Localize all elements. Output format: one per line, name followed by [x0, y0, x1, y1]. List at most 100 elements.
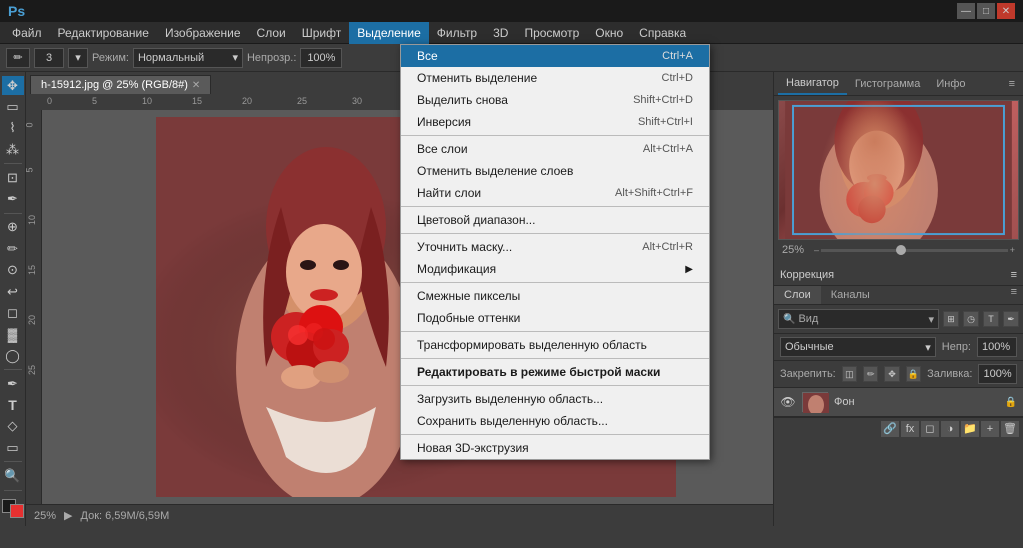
menu-filter[interactable]: Фильтр	[429, 22, 485, 44]
background-color[interactable]	[10, 504, 24, 518]
zoom-slider[interactable]	[821, 249, 1008, 252]
menu-item-load-selection[interactable]: Загрузить выделенную область...	[401, 388, 709, 410]
separator-6	[401, 358, 709, 359]
add-mask-btn[interactable]: ◻	[921, 421, 939, 437]
close-button[interactable]: ✕	[997, 3, 1015, 19]
link-layers-btn[interactable]: 🔗	[881, 421, 899, 437]
menu-file[interactable]: Файл	[4, 22, 50, 44]
move-tool[interactable]: ✥	[2, 76, 24, 95]
layer-filter-btn-2[interactable]: ◷	[963, 311, 979, 327]
menu-item-quick-mask[interactable]: Редактировать в режиме быстрой маски	[401, 361, 709, 383]
zoom-slider-thumb[interactable]	[896, 245, 906, 255]
menu-item-select-all[interactable]: Все Ctrl+A	[401, 45, 709, 67]
dodge-tool[interactable]: ◯	[2, 346, 24, 365]
menu-item-deselect[interactable]: Отменить выделение Ctrl+D	[401, 67, 709, 89]
menu-item-color-range[interactable]: Цветовой диапазон...	[401, 209, 709, 231]
panel-menu-icon[interactable]: ≡	[1005, 78, 1019, 90]
minimize-button[interactable]: —	[957, 3, 975, 19]
menu-item-refine-mask[interactable]: Уточнить маску... Alt+Ctrl+R	[401, 236, 709, 258]
select-menu-dropdown[interactable]: Все Ctrl+A Отменить выделение Ctrl+D Выд…	[400, 44, 710, 460]
menu-item-save-selection[interactable]: Сохранить выделенную область...	[401, 410, 709, 432]
correction-menu-icon[interactable]: ≡	[1011, 269, 1017, 281]
history-tool[interactable]: ↩	[2, 282, 24, 301]
gradient-tool[interactable]: ▓	[2, 325, 24, 344]
lock-all-btn[interactable]: 🔒	[906, 366, 921, 382]
menu-item-inverse[interactable]: Инверсия Shift+Ctrl+I	[401, 111, 709, 133]
layer-visibility-icon[interactable]: 👁	[780, 394, 796, 410]
menu-select[interactable]: Выделение	[349, 22, 429, 44]
blend-mode-arrow: ▾	[925, 341, 931, 354]
tab-close-icon[interactable]: ✕	[192, 80, 200, 91]
new-layer-btn[interactable]: +	[981, 421, 999, 437]
tab-info[interactable]: Инфо	[928, 73, 973, 95]
text-tool[interactable]: T	[2, 395, 24, 414]
menu-item-new-3d-extrusion[interactable]: Новая 3D-экструзия	[401, 437, 709, 459]
pen-tool[interactable]: ✒	[2, 374, 24, 393]
zoom-out-icon[interactable]: –	[814, 245, 819, 255]
layer-item-background[interactable]: 👁 Фон 🔒	[774, 388, 1023, 417]
layer-fx-btn[interactable]: fx	[901, 421, 919, 437]
reselect-label: Выделить снова	[417, 93, 508, 107]
path-tool[interactable]: ◇	[2, 417, 24, 436]
layer-filter-btn-4[interactable]: ✒	[1003, 311, 1019, 327]
crop-tool[interactable]: ⊡	[2, 168, 24, 187]
status-doc-info: Док: 6,59M/6,59M	[81, 510, 170, 522]
tool-preset-picker[interactable]: ✏	[6, 48, 30, 68]
menu-view[interactable]: Просмотр	[516, 22, 587, 44]
menu-item-find-layers[interactable]: Найти слои Alt+Shift+Ctrl+F	[401, 182, 709, 204]
opacity-value[interactable]: 100%	[300, 48, 342, 68]
navigator-preview[interactable]	[778, 100, 1019, 240]
layers-menu-icon[interactable]: ≡	[1005, 286, 1023, 304]
color-swatches[interactable]	[2, 499, 24, 518]
tab-navigator[interactable]: Навигатор	[778, 73, 847, 95]
menu-image[interactable]: Изображение	[157, 22, 249, 44]
maximize-button[interactable]: □	[977, 3, 995, 19]
marquee-tool[interactable]: ▭	[2, 97, 24, 116]
eraser-tool[interactable]: ◻	[2, 303, 24, 322]
menu-help[interactable]: Справка	[631, 22, 694, 44]
menu-item-all-layers[interactable]: Все слои Alt+Ctrl+A	[401, 138, 709, 160]
zoom-in-icon[interactable]: +	[1010, 245, 1015, 255]
magic-wand-tool[interactable]: ⁂	[2, 140, 24, 159]
layer-filter-btn-3[interactable]: T	[983, 311, 999, 327]
layer-filter-btn-1[interactable]: ⊞	[943, 311, 959, 327]
lock-pixels-btn[interactable]: ✏	[863, 366, 878, 382]
nav-image-thumbnail	[779, 101, 1018, 239]
clone-tool[interactable]: ⊙	[2, 261, 24, 280]
heal-tool[interactable]: ⊕	[2, 218, 24, 237]
brush-tool[interactable]: ✏	[2, 239, 24, 258]
lock-transparent-btn[interactable]: ◫	[842, 366, 857, 382]
menu-item-similar-pixels[interactable]: Смежные пикселы	[401, 285, 709, 307]
opacity-input[interactable]: 100%	[977, 337, 1017, 357]
layer-search-bar[interactable]: 🔍 Вид ▾	[778, 309, 939, 329]
mode-select[interactable]: Нормальный ▾	[133, 48, 243, 68]
lasso-tool[interactable]: ⌇	[2, 119, 24, 138]
menu-type[interactable]: Шрифт	[294, 22, 349, 44]
menu-item-deselect-layers[interactable]: Отменить выделение слоев	[401, 160, 709, 182]
canvas-tab-main[interactable]: h-15912.jpg @ 25% (RGB/8#) ✕	[30, 75, 211, 94]
menu-3d[interactable]: 3D	[485, 22, 516, 44]
tab-channels[interactable]: Каналы	[821, 286, 880, 304]
tab-layers[interactable]: Слои	[774, 286, 821, 304]
new-group-btn[interactable]: 📁	[961, 421, 979, 437]
menu-window[interactable]: Окно	[587, 22, 631, 44]
menu-item-transform-selection[interactable]: Трансформировать выделенную область	[401, 334, 709, 356]
eyedropper-tool[interactable]: ✒	[2, 190, 24, 209]
new-adjustment-btn[interactable]: ◑	[941, 421, 959, 437]
brush-picker[interactable]: ▾	[68, 48, 88, 68]
delete-layer-btn[interactable]: 🗑	[1001, 421, 1019, 437]
separator-3	[401, 233, 709, 234]
zoom-tool[interactable]: 🔍	[2, 466, 24, 485]
lock-position-btn[interactable]: ✥	[884, 366, 899, 382]
window-controls[interactable]: — □ ✕	[957, 3, 1015, 19]
menu-item-modify[interactable]: Модификация ▶	[401, 258, 709, 280]
menu-item-reselect[interactable]: Выделить снова Shift+Ctrl+D	[401, 89, 709, 111]
menu-layer[interactable]: Слои	[249, 22, 294, 44]
brush-size[interactable]: 3	[34, 48, 64, 68]
shape-tool[interactable]: ▭	[2, 438, 24, 457]
menu-item-similar-tones[interactable]: Подобные оттенки	[401, 307, 709, 329]
menu-edit[interactable]: Редактирование	[50, 22, 157, 44]
blend-mode-select[interactable]: Обычные ▾	[780, 337, 936, 357]
fill-input[interactable]: 100%	[978, 364, 1017, 384]
tab-histogram[interactable]: Гистограмма	[847, 73, 929, 95]
